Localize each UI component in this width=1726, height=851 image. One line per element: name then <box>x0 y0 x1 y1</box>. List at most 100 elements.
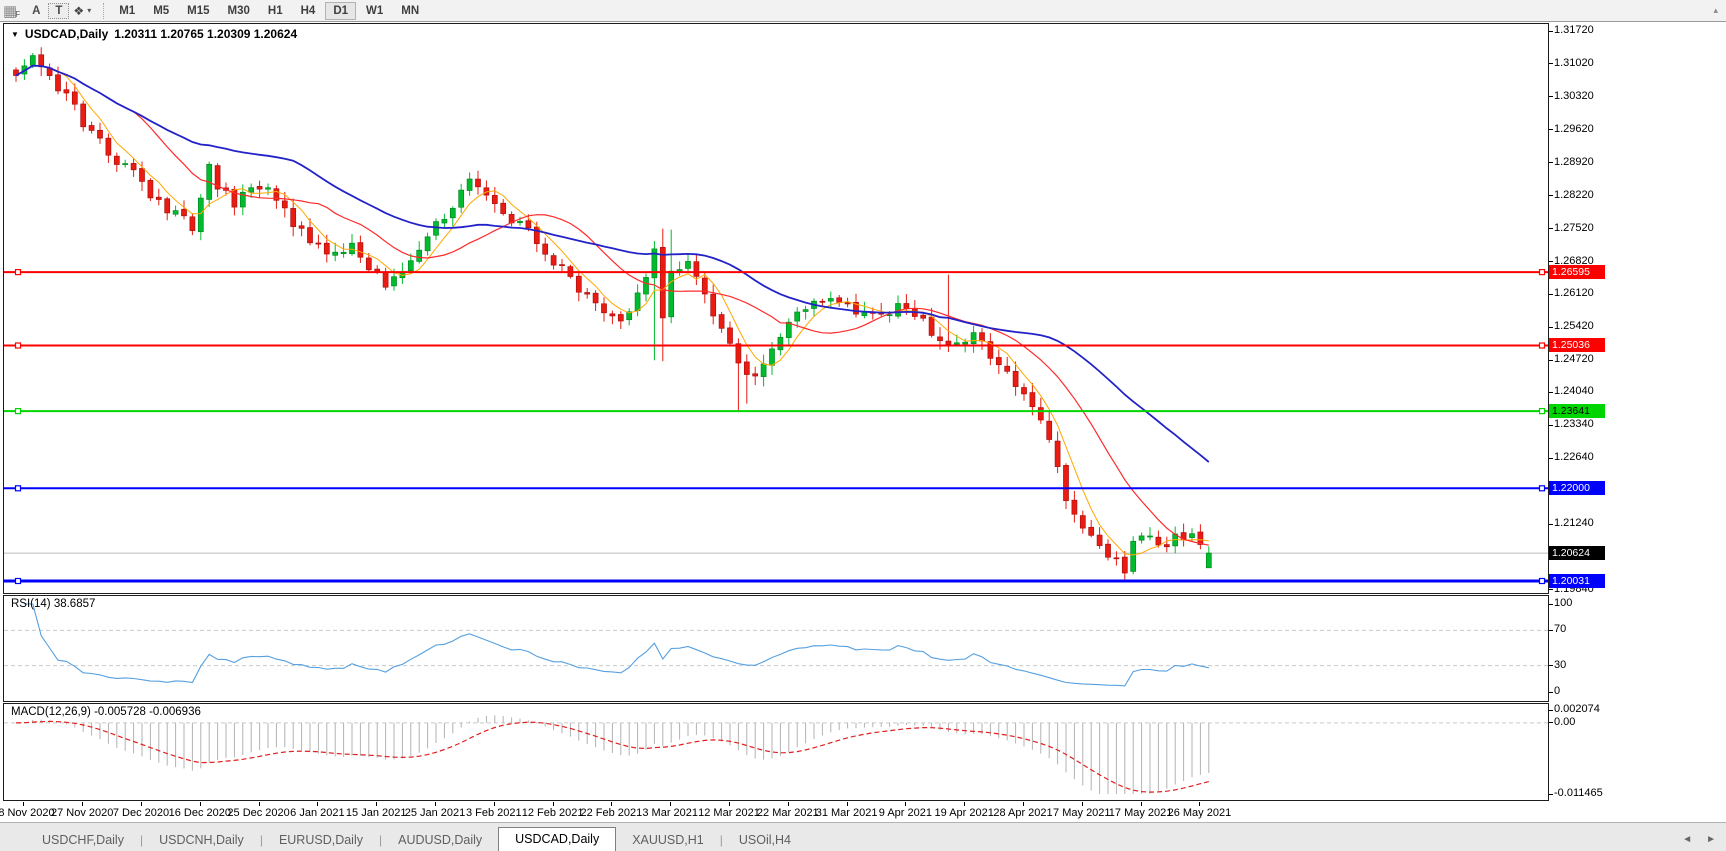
chart-ohlc-label: 1.20311 1.20765 1.20309 1.20624 <box>114 27 298 41</box>
tab-scroll-controls: ◄ ► <box>1682 829 1716 851</box>
tabs-scroll-right-icon[interactable]: ► <box>1706 829 1716 851</box>
macd-canvas[interactable] <box>4 704 1548 800</box>
symbol-tab-xauusd[interactable]: XAUUSD,H1 <box>616 829 720 851</box>
timeframe-h1-button[interactable]: H1 <box>260 2 291 20</box>
symbol-tab-audusd[interactable]: AUDUSD,Daily <box>382 829 498 851</box>
price-tick-mark <box>1549 391 1553 393</box>
tabs-scroll-left-icon[interactable]: ◄ <box>1682 829 1692 851</box>
price-tick-label: 1.23340 <box>1554 418 1594 431</box>
price-tick-mark <box>1549 195 1553 197</box>
price-tick-label: 1.28920 <box>1554 155 1594 168</box>
price-tick-mark <box>1549 228 1553 230</box>
price-tick-label: 1.26120 <box>1554 287 1594 300</box>
symbol-tab-eurusd[interactable]: EURUSD,Daily <box>263 829 379 851</box>
price-tick-label: 1.25420 <box>1554 320 1594 333</box>
date-tick-mark <box>552 802 554 806</box>
hline-price-flag: 1.23641 <box>1549 404 1605 419</box>
timeframe-d1-button[interactable]: D1 <box>325 1 357 20</box>
timeframe-m30-button[interactable]: M30 <box>220 2 258 20</box>
price-tick-label: 1.30320 <box>1554 89 1594 102</box>
macd-tick-label: 0.002074 <box>1554 703 1600 715</box>
price-tick-label: 1.24720 <box>1554 353 1594 366</box>
rsi-canvas[interactable] <box>4 596 1548 701</box>
macd-label: MACD(12,26,9) -0.005728 -0.006936 <box>11 706 201 718</box>
macd-tick-label: 0.00 <box>1554 715 1576 728</box>
price-tick-mark <box>1549 589 1553 591</box>
chart-workspace: ▼ USDCAD,Daily 1.20311 1.20765 1.20309 1… <box>0 21 1726 822</box>
price-tick-mark <box>1549 63 1553 65</box>
objects-button[interactable]: ❖ ▾ <box>69 3 95 19</box>
rsi-tick-label: 100 <box>1554 597 1573 609</box>
symbol-tab-usdcnh[interactable]: USDCNH,Daily <box>143 829 260 851</box>
date-tick-label: 17 May 2021 <box>1108 807 1173 819</box>
date-tick-mark <box>670 802 672 806</box>
toolbar-collapse-icon[interactable]: ▴ <box>1713 5 1718 16</box>
rsi-tick-mark <box>1549 665 1553 667</box>
symbol-tab-usdcad[interactable]: USDCAD,Daily <box>498 827 617 851</box>
profile-grid-button[interactable]: ▦ F <box>0 1 24 20</box>
date-tick-label: 12 Feb 2021 <box>521 807 584 819</box>
rsi-panel[interactable]: RSI(14) 38.6857 <box>3 595 1549 702</box>
timeframe-w1-button[interactable]: W1 <box>358 2 391 20</box>
timeframe-m15-button[interactable]: M15 <box>179 2 217 20</box>
date-tick-mark <box>1081 802 1083 806</box>
collapse-triangle-icon[interactable]: ▼ <box>11 30 19 39</box>
date-tick-mark <box>964 802 966 806</box>
price-tick-mark <box>1549 96 1553 98</box>
timeframe-m1-button[interactable]: M1 <box>111 2 143 20</box>
date-tick-label: 7 May 2021 <box>1053 807 1111 819</box>
date-tick-label: 28 Apr 2021 <box>993 807 1053 819</box>
date-tick-mark <box>493 802 495 806</box>
hline-price-flag: 1.20031 <box>1549 573 1605 588</box>
price-tick-label: 1.31020 <box>1554 56 1594 69</box>
rsi-tick-label: 30 <box>1554 658 1567 671</box>
date-tick-label: 16 Dec 2020 <box>168 807 231 819</box>
grid-f-label: F <box>15 10 21 19</box>
date-tick-label: 6 Jan 2021 <box>290 807 345 819</box>
date-tick-mark <box>258 802 260 806</box>
date-tick-mark <box>1023 802 1024 806</box>
macd-tick-mark <box>1549 722 1553 724</box>
date-tick-mark <box>317 802 319 806</box>
price-tick-mark <box>1549 523 1553 525</box>
price-tick-mark <box>1549 326 1553 328</box>
price-tick-label: 1.31720 <box>1554 24 1594 36</box>
date-tick-mark <box>199 802 201 806</box>
date-tick-mark <box>729 802 730 806</box>
macd-tick-mark <box>1549 709 1553 711</box>
text-t-button[interactable]: T <box>48 2 70 19</box>
price-tick-label: 1.27520 <box>1554 221 1594 234</box>
symbol-tab-usdchf[interactable]: USDCHF,Daily <box>26 829 140 851</box>
macd-panel[interactable]: MACD(12,26,9) -0.005728 -0.006936 <box>3 703 1549 801</box>
date-tick-label: 12 Mar 2021 <box>698 807 760 819</box>
timeframe-m5-button[interactable]: M5 <box>145 2 177 20</box>
price-tick-mark <box>1549 261 1553 263</box>
date-tick-mark <box>435 802 436 806</box>
main-chart-panel[interactable]: ▼ USDCAD,Daily 1.20311 1.20765 1.20309 1… <box>3 23 1549 594</box>
date-tick-mark <box>82 802 84 806</box>
date-tick-mark <box>846 802 848 806</box>
hline-price-flag: 1.25036 <box>1549 338 1605 353</box>
chart-symbol-label: USDCAD,Daily <box>24 27 109 41</box>
date-tick-label: 19 Apr 2021 <box>934 807 994 819</box>
date-tick-label: 15 Jan 2021 <box>345 807 407 819</box>
macd-tick-mark <box>1549 793 1553 795</box>
rsi-tick-mark <box>1549 603 1553 605</box>
font-a-button[interactable]: A <box>24 2 48 20</box>
date-tick-label: 31 Mar 2021 <box>815 807 878 819</box>
toolbar-separator <box>103 2 105 19</box>
price-tick-label: 1.28220 <box>1554 188 1594 201</box>
date-tick-label: 18 Nov 2020 <box>0 807 55 819</box>
timeframe-mn-button[interactable]: MN <box>393 2 427 20</box>
date-tick-mark <box>611 802 613 806</box>
price-tick-label: 1.22640 <box>1554 451 1594 464</box>
date-tick-label: 22 Feb 2021 <box>580 807 643 819</box>
dropdown-caret-icon: ▾ <box>87 6 92 15</box>
date-tick-label: 25 Dec 2020 <box>227 807 290 819</box>
symbol-tab-usoil[interactable]: USOil,H4 <box>723 829 807 851</box>
date-tick-label: 3 Feb 2021 <box>465 807 522 819</box>
chart-title: ▼ USDCAD,Daily 1.20311 1.20765 1.20309 1… <box>11 27 297 41</box>
price-tick-label: 1.24040 <box>1554 385 1594 398</box>
main-chart-canvas[interactable] <box>4 24 1548 593</box>
timeframe-h4-button[interactable]: H4 <box>293 2 324 20</box>
